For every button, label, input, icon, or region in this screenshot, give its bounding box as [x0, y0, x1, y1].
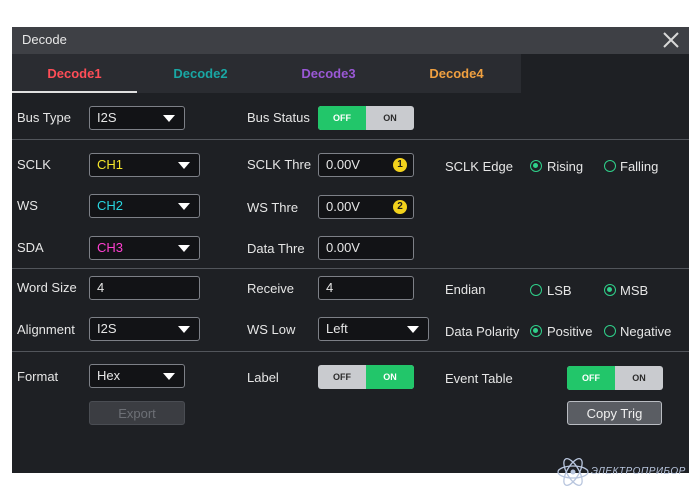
ws-low-value: Left [326, 321, 348, 336]
tab-decode3[interactable]: Decode3 [266, 54, 391, 93]
sclk-thre-label: SCLK Thre [247, 157, 312, 172]
lsb-label: LSB [547, 283, 572, 298]
falling-label: Falling [620, 159, 659, 174]
copy-trig-button[interactable]: Copy Trig [567, 401, 662, 425]
chevron-down-icon [163, 373, 175, 380]
ws-label: WS [17, 198, 38, 213]
tab-label: Decode3 [301, 66, 356, 81]
sclk-label: SCLK [17, 157, 51, 172]
ws-source-select[interactable]: CH2 [89, 194, 200, 218]
chevron-down-icon [163, 115, 175, 122]
data-threshold-input[interactable]: 0.00V [318, 236, 414, 260]
watermark-logo: ЭЛЕКТРОПРИБОР [557, 452, 699, 492]
falling-radio[interactable] [604, 160, 616, 172]
data-thre-label: Data Thre [247, 241, 305, 256]
window-title: Decode [22, 32, 67, 47]
ws-low-label: WS Low [247, 322, 296, 337]
tab-label: Decode1 [47, 66, 102, 81]
word-size-label: Word Size [17, 280, 77, 295]
decode-window: Decode Decode1 Decode2 Decode3 Decode4 B… [12, 27, 689, 473]
format-value: Hex [97, 368, 121, 383]
chevron-down-icon [407, 326, 419, 333]
tab-decode1[interactable]: Decode1 [12, 54, 137, 93]
channel-1-marker-icon: 1 [393, 158, 407, 172]
sclk-source-value: CH1 [97, 157, 124, 172]
label-toggle-label: Label [247, 370, 279, 385]
alignment-select[interactable]: I2S [89, 317, 200, 341]
positive-label: Positive [547, 324, 593, 339]
sclk-source-select[interactable]: CH1 [89, 153, 200, 177]
ws-threshold-value: 0.00V [326, 199, 360, 214]
tab-decode4[interactable]: Decode4 [394, 54, 519, 93]
event-table-toggle[interactable]: OFF ON [567, 366, 663, 390]
tab-decode2[interactable]: Decode2 [138, 54, 263, 93]
negative-label: Negative [620, 324, 672, 339]
endian-label: Endian [445, 282, 486, 297]
ws-source-value: CH2 [97, 198, 124, 213]
msb-radio[interactable] [604, 284, 616, 296]
sda-source-select[interactable]: CH3 [89, 236, 200, 260]
tab-label: Decode2 [173, 66, 228, 81]
positive-radio[interactable] [530, 325, 542, 337]
bus-status-toggle[interactable]: OFF ON [318, 106, 414, 130]
chevron-down-icon [178, 326, 190, 333]
ws-low-select[interactable]: Left [318, 317, 429, 341]
divider [12, 268, 689, 269]
rising-label: Rising [547, 159, 584, 174]
title-bar: Decode [12, 27, 689, 54]
chevron-down-icon [178, 203, 190, 210]
label-toggle[interactable]: OFF ON [318, 365, 414, 389]
alignment-value: I2S [97, 321, 117, 336]
channel-2-marker-icon: 2 [393, 200, 407, 214]
bus-type-select[interactable]: I2S [89, 106, 185, 130]
toggle-off-segment: OFF [567, 366, 615, 390]
receive-input[interactable]: 4 [318, 276, 414, 300]
tab-label: Decode4 [429, 66, 484, 81]
bus-type-value: I2S [97, 110, 117, 125]
close-icon[interactable] [661, 30, 681, 50]
receive-label: Receive [247, 281, 294, 296]
bus-status-label: Bus Status [247, 110, 310, 125]
word-size-value: 4 [97, 280, 105, 295]
data-threshold-value: 0.00V [326, 240, 360, 255]
msb-label: MSB [620, 283, 649, 298]
lsb-radio[interactable] [530, 284, 542, 296]
word-size-input[interactable]: 4 [89, 276, 200, 300]
decode-tabs: Decode1 Decode2 Decode3 Decode4 [12, 54, 521, 93]
toggle-on-segment: ON [383, 113, 397, 123]
sclk-threshold-value: 0.00V [326, 157, 360, 172]
ws-thre-label: WS Thre [247, 200, 299, 215]
alignment-label: Alignment [17, 322, 75, 337]
sda-source-value: CH3 [97, 240, 124, 255]
toggle-on-segment: ON [366, 365, 414, 389]
rising-radio[interactable] [530, 160, 542, 172]
toggle-off-segment: OFF [333, 372, 351, 382]
data-polarity-label: Data Polarity [445, 324, 520, 339]
toggle-on-segment: ON [632, 373, 646, 383]
ws-threshold-input[interactable]: 0.00V 2 [318, 195, 414, 219]
bus-type-label: Bus Type [17, 110, 71, 125]
event-table-label: Event Table [445, 371, 513, 386]
chevron-down-icon [178, 245, 190, 252]
format-select[interactable]: Hex [89, 364, 185, 388]
watermark-text: ЭЛЕКТРОПРИБОР [591, 466, 686, 477]
divider [12, 351, 689, 352]
divider [12, 139, 689, 140]
receive-value: 4 [326, 280, 334, 295]
sclk-edge-label: SCLK Edge [445, 159, 513, 174]
sclk-threshold-input[interactable]: 0.00V 1 [318, 153, 414, 177]
chevron-down-icon [178, 162, 190, 169]
toggle-off-segment: OFF [318, 106, 366, 130]
export-button[interactable]: Export [89, 401, 185, 425]
format-label: Format [17, 369, 59, 384]
sda-label: SDA [17, 240, 44, 255]
negative-radio[interactable] [604, 325, 616, 337]
